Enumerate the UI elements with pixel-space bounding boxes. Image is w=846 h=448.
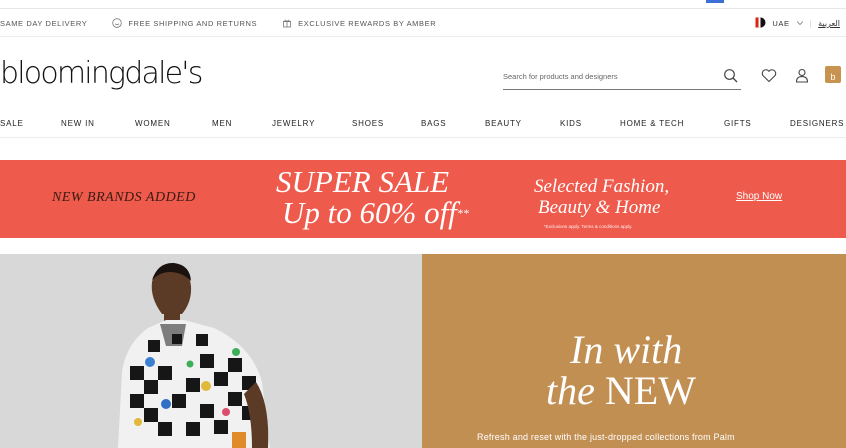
hero-title-new: NEW xyxy=(604,368,696,413)
nav-item-bags[interactable]: BAGS xyxy=(421,119,446,128)
accent-mark xyxy=(706,0,724,3)
promo-banner[interactable]: NEW BRANDS ADDED SUPER SALE Up to 60% of… xyxy=(0,160,846,238)
promo-fine-print: *Exclusions apply. Terms & conditions ap… xyxy=(544,224,633,229)
nav-item-beauty[interactable]: BEAUTY xyxy=(485,119,522,128)
bag-badge-letter: b xyxy=(830,72,836,82)
hero-title-the: the xyxy=(546,368,605,413)
hero-new-in-panel[interactable]: In with the NEW Refresh and reset with t… xyxy=(422,254,846,448)
hero-title-line2: the NEW xyxy=(546,371,696,411)
shopping-bag-icon[interactable]: b xyxy=(825,66,841,83)
nav-item-sale[interactable]: SALE xyxy=(0,119,24,128)
promo-headline: SUPER SALE xyxy=(276,164,450,199)
hero-subtitle: Refresh and reset with the just-dropped … xyxy=(477,432,735,442)
hero-title-line1: In with xyxy=(570,327,683,372)
nav-item-designers[interactable]: DESIGNERS xyxy=(790,119,844,128)
nav-item-home-tech[interactable]: HOME & TECH xyxy=(620,119,684,128)
language-link[interactable]: العربية xyxy=(818,19,840,28)
smile-icon xyxy=(111,18,122,29)
promo-discount-mark: ** xyxy=(456,206,469,220)
search-bar xyxy=(503,64,741,90)
promo-new-brands: NEW BRANDS ADDED xyxy=(52,190,196,205)
nav-item-women[interactable]: WOMEN xyxy=(135,119,171,128)
brand-logo[interactable]: bloomingdale's xyxy=(0,57,203,91)
hero-model-image[interactable] xyxy=(0,254,422,448)
promo-category-line1: Selected Fashion, xyxy=(534,176,670,197)
nav-item-jewelry[interactable]: JEWELRY xyxy=(272,119,315,128)
country-selector[interactable]: UAE xyxy=(772,19,789,28)
nav-item-kids[interactable]: KIDS xyxy=(560,119,582,128)
nav-item-gifts[interactable]: GIFTS xyxy=(724,119,752,128)
nav-item-men[interactable]: MEN xyxy=(212,119,232,128)
browser-top-strip xyxy=(0,0,846,9)
main-nav: SALE NEW IN WOMEN MEN JEWELRY SHOES BAGS… xyxy=(0,112,846,138)
chevron-down-icon[interactable] xyxy=(796,19,804,28)
utility-label: SAME DAY DELIVERY xyxy=(0,18,88,28)
utility-item-rewards[interactable]: EXCLUSIVE REWARDS BY AMBER xyxy=(281,18,436,29)
promo-discount-text: Up to 60% off xyxy=(282,195,457,230)
utility-label: FREE SHIPPING AND RETURNS xyxy=(128,18,258,28)
search-input[interactable] xyxy=(503,72,703,81)
uae-flag-icon xyxy=(755,17,766,30)
heart-icon[interactable] xyxy=(760,66,778,84)
utility-item-delivery[interactable]: SAME DAY DELIVERY xyxy=(0,19,87,28)
shop-now-link[interactable]: Shop Now xyxy=(736,191,782,202)
user-icon[interactable] xyxy=(793,66,811,84)
utility-item-shipping[interactable]: FREE SHIPPING AND RETURNS xyxy=(111,18,257,29)
divider: | xyxy=(809,19,813,28)
utility-bar: SAME DAY DELIVERY FREE SHIPPING AND RETU… xyxy=(0,10,846,37)
promo-category-line2: Beauty & Home xyxy=(538,197,661,218)
utility-label: EXCLUSIVE REWARDS BY AMBER xyxy=(298,18,437,28)
nav-item-new-in[interactable]: NEW IN xyxy=(61,119,95,128)
search-icon[interactable] xyxy=(723,68,739,84)
promo-discount: Up to 60% off** xyxy=(282,196,469,230)
gift-icon xyxy=(281,18,292,29)
nav-item-shoes[interactable]: SHOES xyxy=(352,119,384,128)
